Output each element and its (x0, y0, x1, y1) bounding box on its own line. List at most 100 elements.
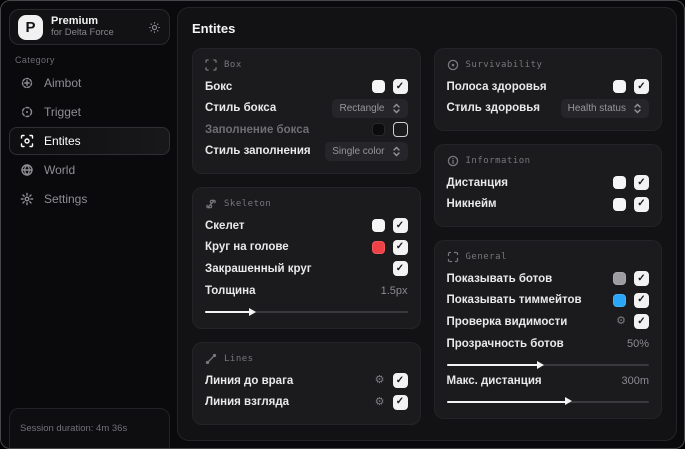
sidebar-nav: Aimbot Trigget Entites World Settings (9, 69, 170, 213)
slider-value: 50% (626, 338, 649, 351)
session-duration: Session duration: 4m 36s (20, 423, 128, 434)
setting-row: Стиль заполнения Single color (205, 141, 408, 163)
sidebar-item-world[interactable]: World (9, 156, 170, 184)
color-swatch[interactable] (371, 80, 385, 94)
slider-thumb[interactable] (536, 360, 544, 369)
scan-eye-icon (20, 134, 34, 148)
gear-icon[interactable]: ⚙ (616, 316, 626, 327)
slider-thumb[interactable] (565, 397, 572, 405)
slider-value: 1.5px (380, 285, 408, 298)
gear-icon[interactable]: ⚙ (375, 375, 385, 386)
category-label: Category (15, 55, 55, 65)
sidebar: P Premium for Delta Force Category Aimbo… (1, 1, 177, 448)
grid-icon (447, 251, 458, 263)
setting-row: Полоса здоровья (447, 76, 649, 98)
card-title: General (465, 252, 507, 262)
checkbox[interactable] (634, 175, 649, 191)
card-box: Box Бокс Стиль бокса Rectangle (192, 48, 421, 174)
setting-row: Бокс (205, 76, 408, 98)
sidebar-item-aimbot[interactable]: Aimbot (9, 69, 170, 97)
setting-row: Заполнение бокса (205, 119, 408, 141)
checkbox[interactable] (392, 239, 408, 255)
sidebar-item-label: Entites (44, 134, 81, 148)
color-swatch[interactable] (371, 123, 385, 137)
bot-opacity-slider: Прозрачность ботов 50% (446, 334, 649, 369)
color-swatch[interactable] (613, 272, 626, 286)
line-icon (205, 353, 217, 365)
card-title: Lines (224, 354, 254, 364)
color-swatch[interactable] (371, 219, 385, 233)
bone-icon (206, 199, 216, 209)
checkbox[interactable] (634, 196, 649, 212)
color-swatch[interactable] (613, 176, 626, 190)
checkbox[interactable] (634, 271, 649, 287)
sidebar-item-settings[interactable]: Settings (9, 185, 170, 213)
card-title: Information (465, 156, 531, 166)
card-skeleton: Skeleton Скелет Круг на голове (192, 187, 421, 329)
sidebar-item-label: World (44, 163, 76, 177)
slider-track[interactable] (205, 307, 408, 316)
checkbox[interactable] (634, 292, 649, 308)
gear-icon[interactable]: ⚙ (375, 396, 385, 408)
slider-track[interactable] (446, 360, 649, 369)
setting-row: Дистанция (447, 172, 649, 194)
sidebar-item-entites[interactable]: Entites (9, 127, 170, 155)
color-swatch[interactable] (613, 293, 626, 307)
setting-row: Никнейм (447, 194, 649, 216)
checkbox[interactable] (392, 79, 408, 95)
setting-row: Закрашенный круг (205, 258, 408, 280)
fill-style-select[interactable]: Single color (325, 141, 408, 161)
pulse-circle-icon (447, 59, 458, 71)
color-swatch[interactable] (371, 240, 385, 254)
slider-thumb[interactable] (248, 307, 256, 316)
chevrons-up-down-icon (392, 146, 400, 157)
slider-track[interactable] (446, 397, 649, 405)
session-box: Session duration: 4m 36s (9, 408, 170, 448)
slider-value: 300m (621, 374, 649, 387)
box-style-select[interactable]: Rectangle (332, 98, 408, 118)
setting-row: Линия взгляда ⚙ (205, 392, 408, 414)
brand-title: Premium (51, 15, 99, 28)
checkbox[interactable] (392, 373, 408, 389)
card-information: Information Дистанция Никнейм (433, 144, 662, 227)
target-icon (20, 105, 34, 119)
card-general: General Показывать ботов Показывать тимм… (433, 240, 662, 419)
page-title: Entites (192, 21, 236, 36)
health-style-select[interactable]: Health status (560, 98, 649, 118)
thickness-slider: Толщина 1.5px (205, 281, 408, 316)
crosshair-icon (20, 76, 34, 90)
max-distance-slider: Макс. дистанция 300m (446, 370, 649, 405)
setting-row: Стиль здоровья Health status (447, 98, 649, 120)
setting-row: Проверка видимости ⚙ (447, 311, 649, 333)
main-panel: Entites Box Бокс ✓ Стиль бокса Rectangle… (177, 7, 677, 441)
info-icon (447, 155, 458, 167)
color-swatch[interactable] (613, 80, 626, 94)
checkbox[interactable] (392, 261, 408, 277)
setting-row: Линия до врага ⚙ (205, 370, 408, 392)
setting-row: Показывать ботов (447, 268, 649, 290)
checkbox[interactable] (634, 79, 649, 95)
setting-row: Стиль бокса Rectangle (205, 98, 408, 120)
card-survivability: Survivability Полоса здоровья Стиль здор… (433, 48, 662, 131)
sidebar-item-label: Settings (44, 192, 88, 206)
sidebar-item-label: Aimbot (44, 76, 82, 90)
card-lines: Lines Линия до врага ⚙ Линия взгляда ⚙ (192, 342, 421, 425)
color-swatch[interactable] (613, 197, 626, 211)
checkbox[interactable] (392, 394, 408, 410)
app-window: P Premium for Delta Force Category Aimbo… (0, 0, 685, 449)
gear-icon[interactable] (148, 21, 161, 34)
card-title: Skeleton (224, 199, 272, 209)
checkbox[interactable] (392, 122, 408, 138)
setting-row: Круг на голове (205, 237, 408, 259)
setting-row: Показывать тиммейтов (447, 290, 649, 312)
gear-icon (20, 192, 34, 206)
brand-subtitle: for Delta Force (51, 26, 114, 38)
checkbox[interactable] (392, 218, 408, 234)
sidebar-item-trigget[interactable]: Trigget (9, 98, 170, 126)
sidebar-item-label: Trigget (44, 105, 81, 119)
checkbox[interactable] (634, 314, 649, 330)
bounding-box-icon (205, 59, 217, 71)
globe-icon (20, 163, 34, 177)
brand-card: P Premium for Delta Force (9, 9, 170, 45)
setting-row: Скелет (205, 215, 408, 237)
